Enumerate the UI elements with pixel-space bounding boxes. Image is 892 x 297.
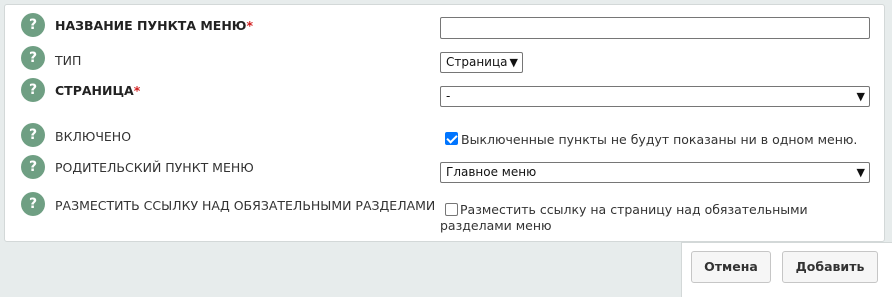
place-link-checkbox-label: Разместить ссылку на страницу над обязат… [440,202,808,233]
required-mark: * [133,83,141,98]
help-icon[interactable]: ? [21,192,45,216]
field-label-type: ТИП [55,53,82,68]
cancel-button[interactable]: Отмена [691,251,771,283]
enabled-checkbox[interactable] [445,132,458,145]
label-text: СТРАНИЦА [55,83,134,98]
parent-select[interactable]: Главное меню ▼ [440,162,870,183]
required-mark: * [246,18,254,33]
type-select-value: Страница [446,55,508,69]
help-icon[interactable]: ? [21,123,45,147]
field-label-place-link: РАЗМЕСТИТЬ ССЫЛКУ НАД ОБЯЗАТЕЛЬНЫМИ РАЗД… [55,198,436,213]
chevron-down-icon: ▼ [856,166,865,179]
label-text: НАЗВАНИЕ ПУНКТА МЕНЮ [55,18,247,33]
enabled-checkbox-label: Выключенные пункты не будут показаны ни … [461,132,858,147]
name-input[interactable] [440,17,870,39]
help-icon[interactable]: ? [21,46,45,70]
page-select[interactable]: - ▼ [440,86,870,107]
chevron-down-icon: ▼ [509,56,518,69]
menu-item-form: ? НАЗВАНИЕ ПУНКТА МЕНЮ* ? ТИП Страница ▼… [4,4,885,242]
type-select[interactable]: Страница ▼ [440,52,523,73]
help-icon[interactable]: ? [21,155,45,179]
field-label-page: СТРАНИЦА* [55,83,140,98]
help-icon[interactable]: ? [21,13,45,37]
parent-select-value: Главное меню [446,165,537,179]
field-label-parent: РОДИТЕЛЬСКИЙ ПУНКТ МЕНЮ [55,160,254,175]
field-label-name: НАЗВАНИЕ ПУНКТА МЕНЮ* [55,18,253,33]
page-select-value: - [446,89,451,103]
help-icon[interactable]: ? [21,78,45,102]
form-actions: Отмена Добавить [681,242,892,297]
field-label-enabled: ВКЛЮЧЕНО [55,129,132,144]
chevron-down-icon: ▼ [856,90,865,103]
add-button[interactable]: Добавить [782,251,878,283]
